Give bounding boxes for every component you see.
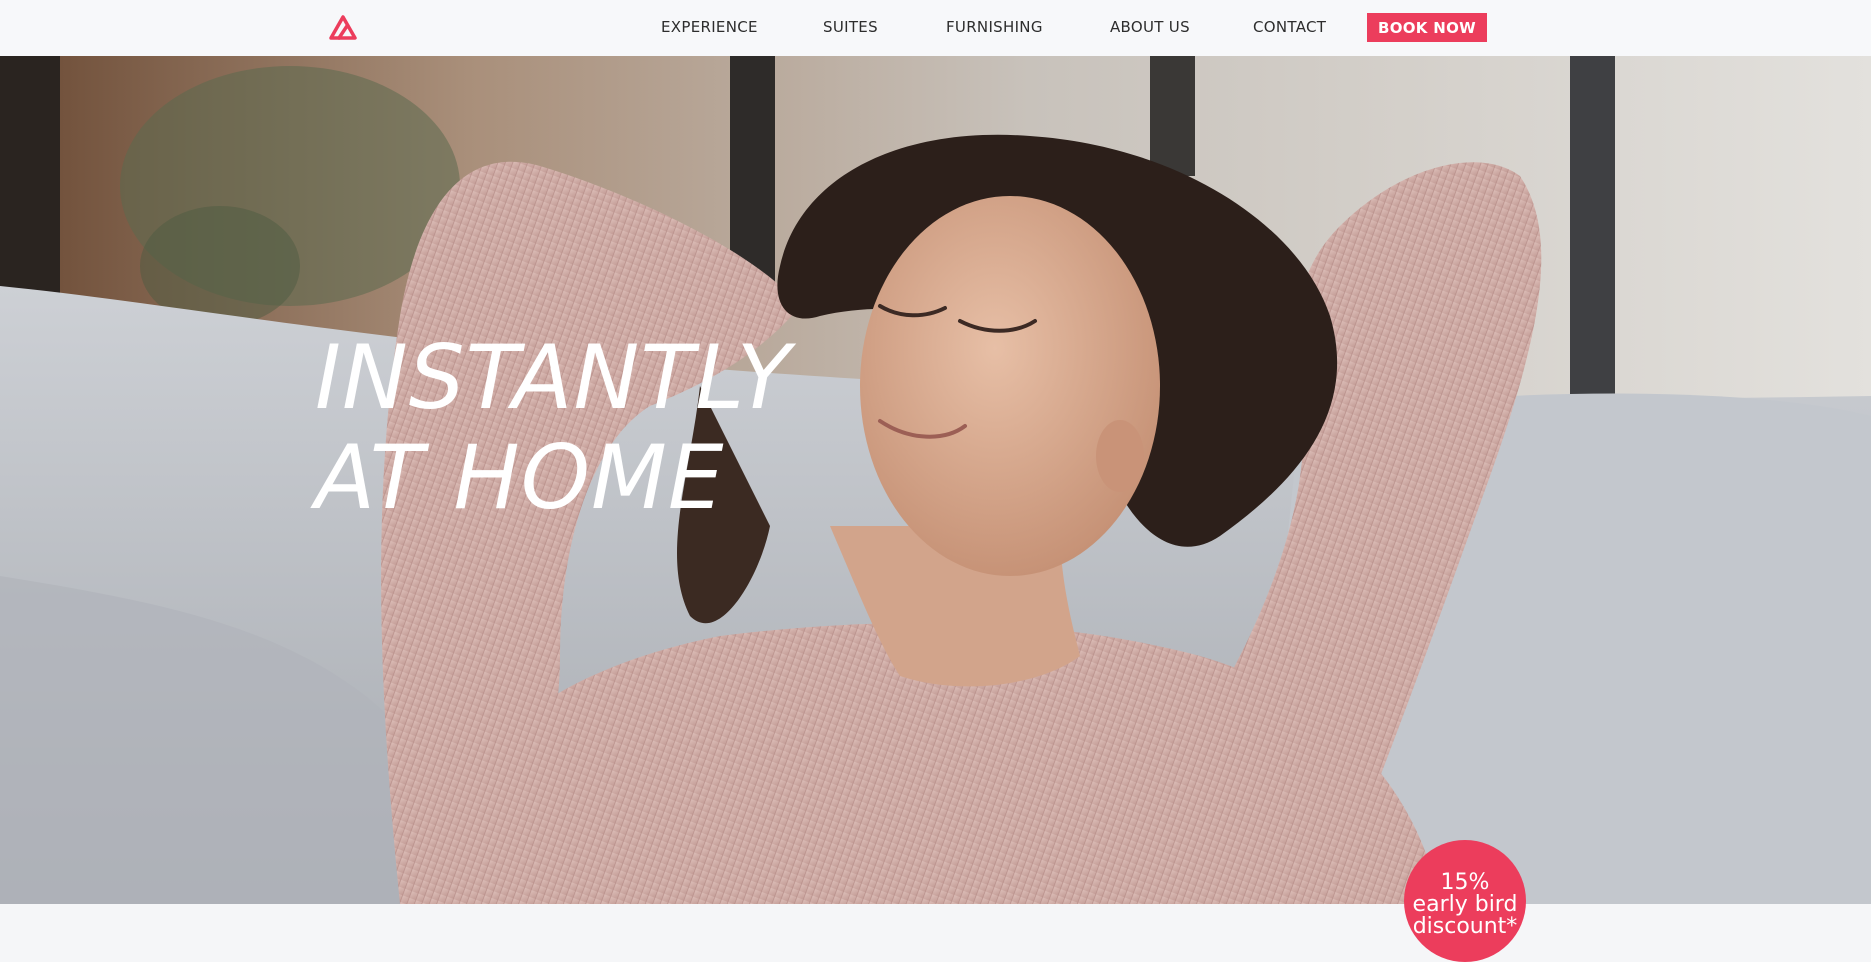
nav-link-experience[interactable]: EXPERIENCE [661, 19, 758, 35]
nav-link-suites[interactable]: SUITES [823, 19, 878, 35]
nav-link-contact[interactable]: CONTACT [1253, 19, 1326, 35]
hero-section: INSTANTLY AT HOME [0, 56, 1871, 904]
hero-title-line-1: INSTANTLY [315, 326, 792, 429]
nav-link-furnishing[interactable]: FURNISHING [946, 19, 1043, 35]
triangle-logo-icon[interactable] [328, 14, 358, 42]
hero-title: INSTANTLY AT HOME [315, 328, 791, 528]
discount-text: early bird [1412, 892, 1518, 917]
early-bird-discount-badge[interactable]: 15% early bird discount* [1404, 840, 1526, 962]
nav-link-about-us[interactable]: ABOUT US [1110, 19, 1190, 35]
page-bottom-strip [0, 904, 1871, 927]
top-navbar: EXPERIENCE SUITES FURNISHING ABOUT US CO… [0, 0, 1871, 56]
discount-note: discount* [1412, 914, 1518, 939]
hero-image [0, 56, 1871, 904]
discount-percent: 15% [1440, 870, 1490, 895]
book-now-button[interactable]: BOOK NOW [1367, 13, 1487, 42]
hero-title-line-2: AT HOME [315, 426, 725, 529]
